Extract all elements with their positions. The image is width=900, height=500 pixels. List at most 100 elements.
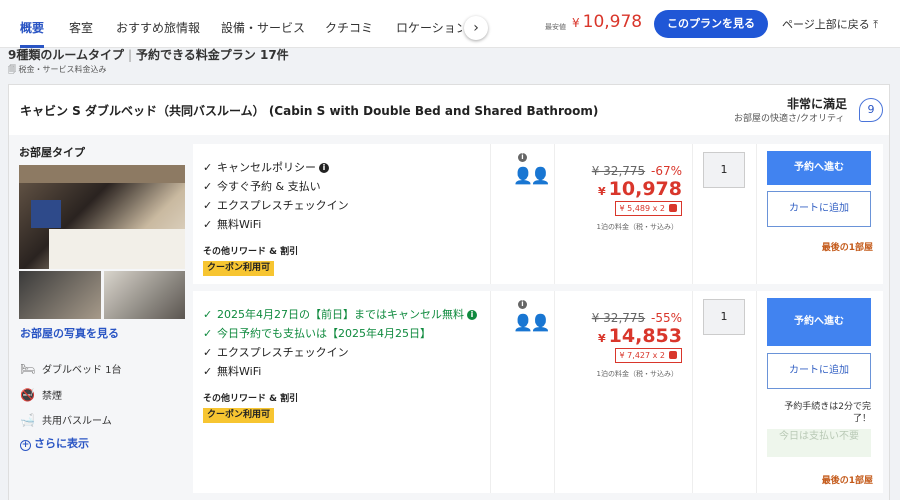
tab-location[interactable]: ロケーション (396, 0, 462, 46)
plan-2-qty-col: 1 (693, 291, 757, 493)
info-icon[interactable]: i (319, 163, 329, 173)
plan-2-currency: ¥ (598, 332, 606, 345)
show-more-link[interactable]: + さらに表示 (20, 435, 89, 451)
tab-reviews[interactable]: クチコミ (325, 0, 373, 46)
back-to-top-link[interactable]: ページ上部に戻る ⤒ (782, 16, 878, 32)
bed-icon: 🛏 (20, 362, 36, 376)
plan-1-condition-1-text: キャンセルポリシー (217, 161, 316, 174)
room-photo-thumb-2[interactable] (104, 271, 185, 319)
plan-summary: 9種類のルームタイプ | 予約できる料金プラン 17件 (8, 46, 289, 63)
view-plan-button[interactable]: このプランを見る (654, 10, 768, 38)
room-photo-thumb-1[interactable] (19, 271, 101, 319)
info-icon[interactable]: i (518, 300, 527, 309)
plan-2-coupon-badge: クーポン利用可 (203, 408, 275, 423)
info-icon[interactable]: i (467, 310, 477, 320)
check-icon: ✓ (203, 161, 213, 174)
plan-2-conditions: ✓ 2025年4月27日の【前日】まではキャンセル無料 i ✓ 今日予約でも支払いは【… (193, 291, 491, 493)
plan-2-condition-3: ✓ エクスプレスチェックイン (203, 344, 349, 360)
plan-1-condition-2-text: 今すぐ予約 & 支払い (217, 180, 321, 193)
room-photo-main[interactable] (19, 165, 185, 269)
plan-2-room-qty-select[interactable]: 1 (703, 299, 745, 335)
min-price-label: 最安値 (545, 23, 566, 31)
check-icon: ✓ (203, 199, 213, 212)
plan-2-reward-label: その他リワード & 割引 (203, 394, 299, 404)
summary-divider: | (128, 48, 133, 62)
plan-2-quick-note: 予約手続きは2分で完了！ (784, 402, 871, 424)
no-smoking-icon: 🚭 (20, 388, 35, 402)
tab-rooms[interactable]: 客室 (69, 0, 93, 46)
plan-2-condition-3-text: エクスプレスチェックイン (217, 346, 349, 359)
plan-1-per-person: ¥ 5,489 x 2 (614, 201, 682, 216)
min-price: ¥10,978 (572, 12, 642, 32)
plan-1-original-price: ¥ 32,775 -67% (592, 164, 682, 178)
plan-row-1: ✓ キャンセルポリシー i ✓ 今すぐ予約 & 支払い ✓ エクスプレスチェックイン ✓… (193, 144, 883, 284)
plan-2-add-to-cart-button[interactable]: カートに追加 (767, 353, 871, 389)
plan-1-reserve-button[interactable]: 予約へ進む (767, 151, 871, 185)
photo-bed (49, 229, 185, 269)
plan-1-price-value: 10,978 (608, 178, 682, 200)
plan-2-condition-2-text: 今日予約でも支払いは【2025年4月25日】 (217, 327, 431, 340)
plan-1-condition-4: ✓ 無料WiFi (203, 216, 261, 232)
plan-2-reserve-button[interactable]: 予約へ進む (767, 298, 871, 346)
plan-2-per-person-value: ¥ 7,427 x 2 (619, 351, 665, 360)
plan-1-coupon-badge: クーポン利用可 (203, 261, 275, 276)
plan-2-condition-4-text: 無料WiFi (217, 365, 262, 378)
check-icon: ✓ (203, 365, 213, 378)
check-icon: ✓ (203, 327, 213, 340)
bath-icon: 🛁 (20, 413, 35, 427)
feature-no-smoking-label: 禁煙 (42, 391, 62, 402)
plan-2-condition-1-text: 2025年4月27日の【前日】まではキャンセル無料 (217, 308, 464, 321)
show-more-label: さらに表示 (34, 437, 89, 450)
plan-1-last-room-badge: 最後の1部屋 (821, 243, 873, 253)
plan-1-price-note: 1泊の料金（税・サ込み） (596, 223, 678, 231)
plan-1-current-price: ¥10,978 (598, 178, 682, 200)
tab-facilities[interactable]: 設備・サービス (221, 0, 305, 46)
plus-circle-icon: + (20, 440, 31, 451)
plan-row-2: ✓ 2025年4月27日の【前日】まではキャンセル無料 i ✓ 今日予約でも支払いは【… (193, 291, 883, 493)
tab-travel-info[interactable]: おすすめ旅情報 (116, 0, 200, 46)
plan-2-per-person: ¥ 7,427 x 2 (614, 348, 682, 363)
photo-tv (31, 200, 61, 228)
room-type-heading: お部屋タイプ (19, 146, 85, 159)
plan-2-original-price-value: ¥ 32,775 (591, 311, 646, 325)
plan-1-price: ¥ 32,775 -67% ¥10,978 ¥ 5,489 x 2 1泊の料金（… (555, 144, 693, 284)
view-photos-link[interactable]: お部屋の写真を見る (20, 325, 119, 341)
feature-bath-label: 共用バスルーム (42, 416, 112, 427)
plan-1-add-to-cart-button[interactable]: カートに追加 (767, 191, 871, 227)
receipt-icon: 🗐 (8, 65, 16, 74)
plan-2-original-price: ¥ 32,775 -55% (592, 311, 682, 325)
plan-2-no-pay-note: 今日は支払い不要 (767, 429, 871, 457)
feature-bed: 🛏 ダブルベッド 1台 (20, 361, 122, 376)
feature-bed-label: ダブルベッド 1台 (42, 365, 122, 376)
plan-2-discount: -55% (650, 311, 682, 325)
tax-note: 🗐 税金・サービス料金込み (8, 64, 107, 78)
room-card: キャビン S ダブルベッド（共同バスルーム） (Cabin S with Dou… (8, 84, 890, 500)
rating-score-badge: 9 (859, 98, 883, 122)
person-icon (669, 204, 677, 212)
rating-sub: お部屋の快適さ/クオリティ (734, 114, 845, 124)
min-price-value: 10,978 (582, 12, 643, 32)
nav-scroll-right-button[interactable]: › (464, 16, 488, 40)
plan-2-condition-2: ✓ 今日予約でも支払いは【2025年4月25日】 (203, 325, 431, 341)
tab-overview[interactable]: 概要 (20, 0, 45, 48)
plan-2-price: ¥ 32,775 -55% ¥14,853 ¥ 7,427 x 2 1泊の料金（… (555, 291, 693, 493)
info-icon[interactable]: i (518, 153, 527, 162)
plan-1-discount: -67% (650, 164, 682, 178)
plan-1-conditions: ✓ キャンセルポリシー i ✓ 今すぐ予約 & 支払い ✓ エクスプレスチェックイン ✓… (193, 144, 491, 284)
plan-2-condition-1: ✓ 2025年4月27日の【前日】まではキャンセル無料 i (203, 306, 477, 322)
room-title: キャビン S ダブルベッド（共同バスルーム） (Cabin S with Dou… (20, 104, 599, 118)
plan-count: 予約できる料金プラン 17件 (136, 48, 289, 62)
min-price-currency: ¥ (572, 16, 580, 30)
plan-2-actions: 予約へ進む カートに追加 予約手続きは2分で完了！ 今日は支払い不要 最後の1部… (757, 291, 883, 493)
rating-label: 非常に満足 (787, 97, 848, 111)
plan-1-room-qty-select[interactable]: 1 (703, 152, 745, 188)
chevron-right-icon: › (473, 20, 479, 36)
plan-1-occupancy: i 👤👤 (491, 144, 555, 284)
plan-2-price-value: 14,853 (608, 325, 682, 347)
plan-2-occupancy: i 👤👤 (491, 291, 555, 493)
arrow-up-icon: ⤒ (873, 18, 879, 31)
plan-2-last-room-badge: 最後の1部屋 (821, 476, 873, 486)
plan-2-price-note: 1泊の料金（税・サ込み） (596, 370, 678, 378)
plan-1-currency: ¥ (598, 185, 606, 198)
room-type-count: 9種類のルームタイプ (8, 48, 124, 62)
